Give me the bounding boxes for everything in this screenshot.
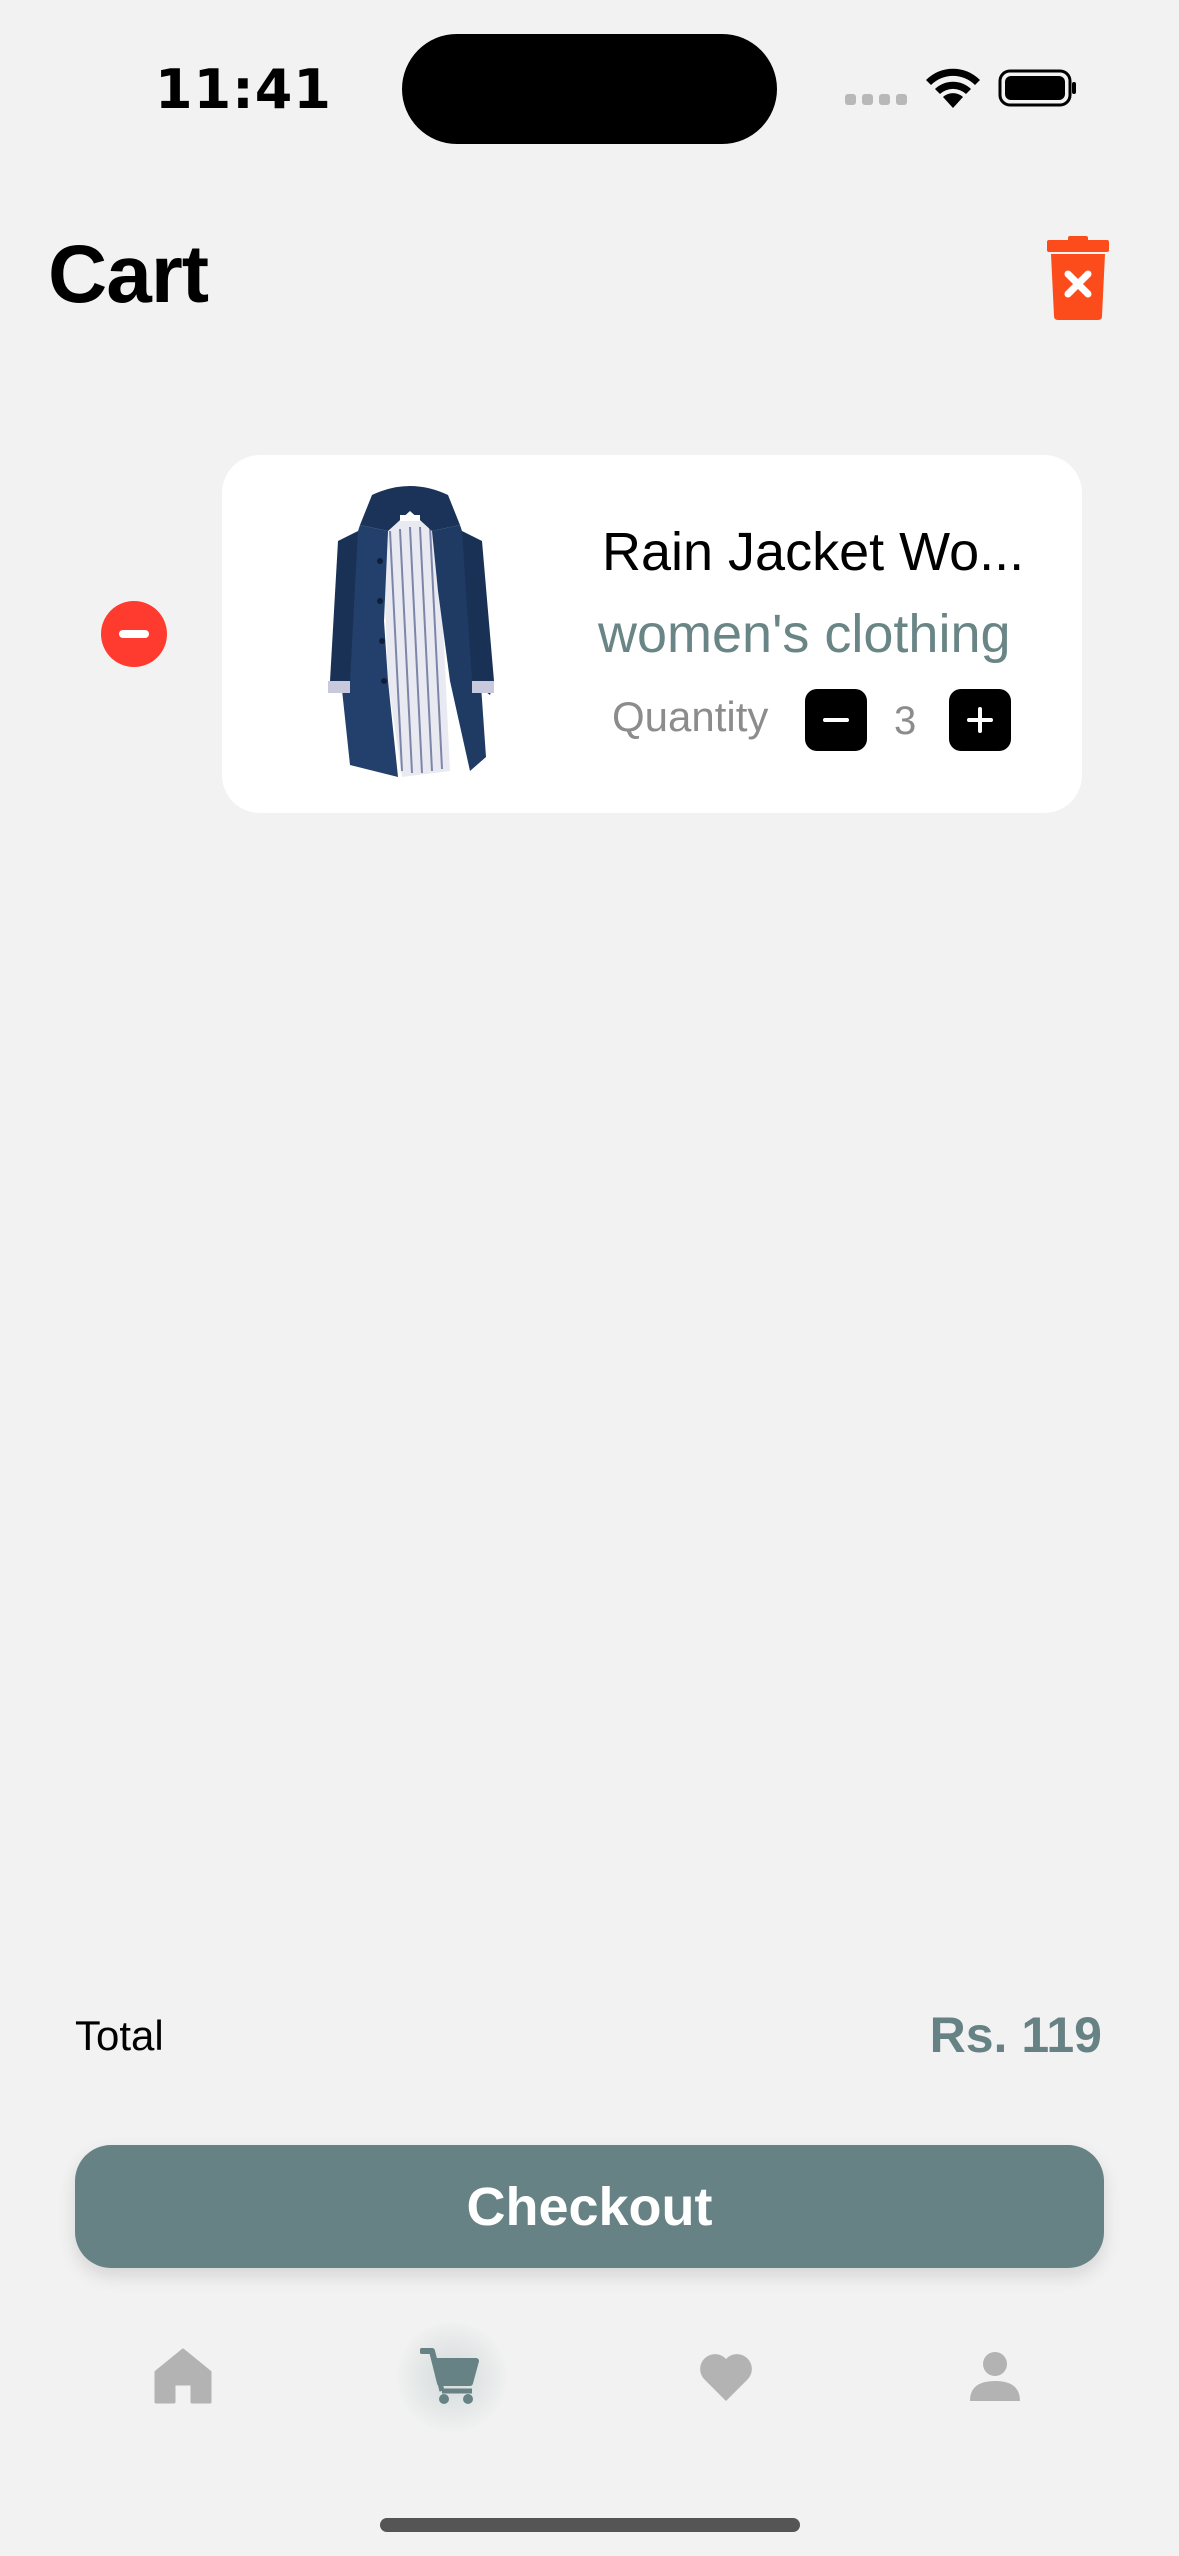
cellular-signal-icon <box>845 94 907 105</box>
status-indicators <box>845 64 1085 110</box>
tab-profile[interactable] <box>955 2336 1035 2416</box>
increase-quantity-button[interactable] <box>949 689 1011 751</box>
cart-icon <box>420 2348 479 2404</box>
dynamic-island <box>402 34 777 144</box>
quantity-value: 3 <box>894 699 917 743</box>
profile-icon <box>970 2352 1020 2401</box>
wifi-icon <box>926 68 980 108</box>
quantity-label: Quantity <box>612 693 769 740</box>
plus-icon <box>967 707 993 733</box>
total-label: Total <box>75 2012 164 2059</box>
minus-icon <box>823 718 849 722</box>
product-image <box>328 486 494 777</box>
product-name: Rain Jacket Wo... <box>602 522 1025 582</box>
page-title: Cart <box>48 229 209 320</box>
checkout-button[interactable]: Checkout <box>75 2145 1104 2268</box>
product-category: women's clothing <box>598 604 1011 664</box>
trash-icon <box>1047 236 1109 320</box>
status-time: 11:41 <box>155 58 332 121</box>
clear-cart-button[interactable] <box>1044 236 1112 320</box>
tab-home[interactable] <box>143 2336 223 2416</box>
minus-icon <box>119 630 149 638</box>
home-indicator <box>380 2518 800 2532</box>
tab-cart[interactable] <box>410 2336 490 2416</box>
battery-icon <box>998 69 1076 107</box>
decrease-quantity-button[interactable] <box>805 689 867 751</box>
home-icon <box>154 2348 212 2404</box>
heart-icon <box>700 2354 752 2401</box>
tab-favorites[interactable] <box>686 2336 766 2416</box>
remove-item-button[interactable] <box>101 601 167 667</box>
cart-item-card[interactable]: Rain Jacket Wo... women's clothing Quant… <box>222 455 1082 813</box>
total-value: Rs. 119 <box>929 2007 1102 2063</box>
